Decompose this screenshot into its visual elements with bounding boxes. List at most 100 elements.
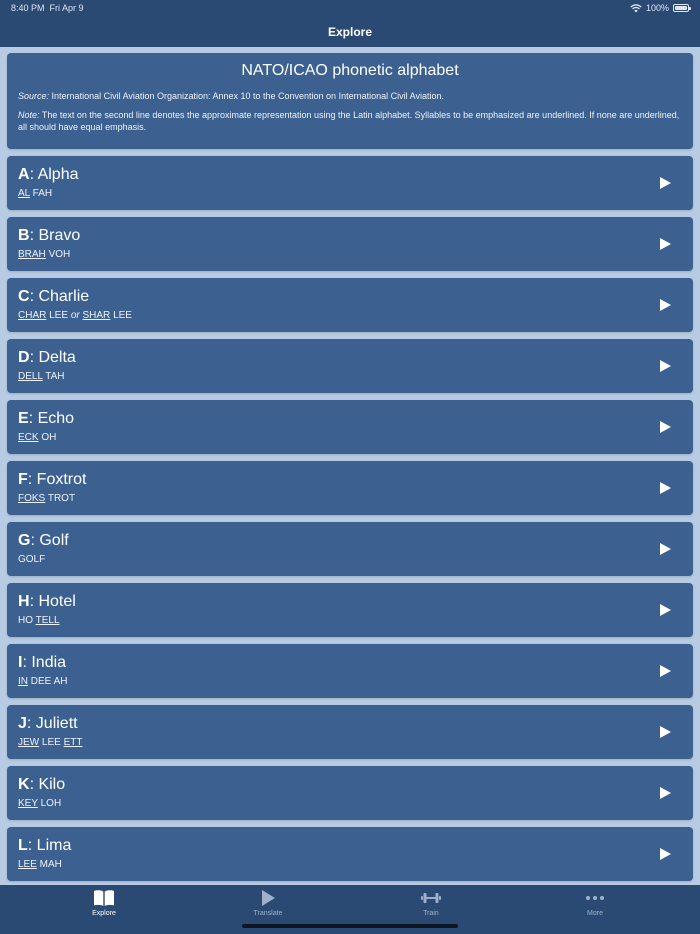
code-word: Lima bbox=[36, 837, 72, 854]
stressed-syllable: ETT bbox=[63, 737, 83, 748]
letter-word: D: Delta bbox=[18, 349, 693, 367]
stressed-syllable: TELL bbox=[35, 615, 60, 626]
letter-separator: : bbox=[29, 166, 38, 183]
play-icon[interactable] bbox=[659, 177, 671, 189]
stressed-syllable: AL bbox=[18, 188, 30, 199]
play-icon[interactable] bbox=[659, 665, 671, 677]
letter-label: E bbox=[18, 410, 29, 427]
tab-label: Train bbox=[423, 910, 439, 917]
letter-row-l[interactable]: L: Lima LEE MAH bbox=[7, 827, 693, 881]
play-icon[interactable] bbox=[659, 543, 671, 555]
play-icon[interactable] bbox=[659, 238, 671, 250]
code-word: Delta bbox=[38, 349, 76, 366]
source-label: Source: bbox=[18, 91, 50, 101]
tab-translate[interactable]: Translate bbox=[228, 889, 308, 917]
home-indicator bbox=[242, 924, 458, 928]
play-icon[interactable] bbox=[659, 360, 671, 372]
status-time: 8:40 PM Fri Apr 9 bbox=[11, 3, 84, 13]
pronunciation: HO TELL bbox=[18, 614, 693, 628]
play-icon[interactable] bbox=[659, 482, 671, 494]
letter-separator: : bbox=[27, 471, 37, 488]
pronunciation: JEW LEE ETT bbox=[18, 736, 693, 750]
code-word: Golf bbox=[39, 532, 69, 549]
letter-word: B: Bravo bbox=[18, 227, 693, 245]
status-clock: 8:40 PM bbox=[11, 3, 45, 13]
letter-row-e[interactable]: E: Echo ECK OH bbox=[7, 400, 693, 454]
syllable: GOLF bbox=[18, 554, 46, 565]
letter-word: H: Hotel bbox=[18, 593, 693, 611]
letter-label: L bbox=[18, 837, 28, 854]
syllable: LEE bbox=[46, 310, 71, 321]
syllable: or bbox=[70, 310, 80, 321]
syllable: LEE bbox=[39, 737, 64, 748]
letter-separator: : bbox=[28, 410, 38, 427]
book-icon bbox=[94, 890, 114, 906]
stressed-syllable: IN bbox=[18, 676, 28, 687]
pronunciation: LEE MAH bbox=[18, 858, 693, 872]
tab-label: Translate bbox=[253, 910, 283, 917]
letter-row-d[interactable]: D: Delta DELL TAH bbox=[7, 339, 693, 393]
intro-card: NATO/ICAO phonetic alphabet Source: Inte… bbox=[7, 53, 693, 149]
code-word: Alpha bbox=[37, 166, 79, 183]
stressed-syllable: ECK bbox=[18, 432, 39, 443]
pronunciation: ECK OH bbox=[18, 431, 693, 445]
syllable: TROT bbox=[45, 493, 76, 504]
play-icon[interactable] bbox=[659, 604, 671, 616]
pronunciation: AL FAH bbox=[18, 187, 693, 201]
letters-list[interactable]: NATO/ICAO phonetic alphabet Source: Inte… bbox=[7, 53, 693, 881]
stressed-syllable: DELL bbox=[18, 371, 43, 382]
letter-row-f[interactable]: F: Foxtrot FOKS TROT bbox=[7, 461, 693, 515]
pronunciation: DELL TAH bbox=[18, 370, 693, 384]
code-word: Bravo bbox=[38, 227, 81, 244]
letter-label: F bbox=[18, 471, 28, 488]
syllable: FAH bbox=[29, 188, 53, 199]
letter-word: F: Foxtrot bbox=[18, 471, 693, 489]
stressed-syllable: CHAR bbox=[18, 310, 47, 321]
letter-row-g[interactable]: G: Golf GOLF bbox=[7, 522, 693, 576]
letter-label: D bbox=[18, 349, 30, 366]
status-date: Fri Apr 9 bbox=[49, 3, 84, 13]
letter-separator: : bbox=[30, 532, 40, 549]
pronunciation: IN DEE AH bbox=[18, 675, 693, 689]
play-icon bbox=[262, 890, 275, 906]
letter-label: B bbox=[18, 227, 30, 244]
play-icon[interactable] bbox=[659, 787, 671, 799]
syllable: TAH bbox=[42, 371, 65, 382]
tab-train[interactable]: Train bbox=[391, 889, 471, 917]
letter-label: H bbox=[18, 593, 30, 610]
code-word: Juliett bbox=[35, 715, 78, 732]
letter-label: K bbox=[18, 776, 30, 793]
syllable: VOH bbox=[45, 249, 71, 260]
tab-label: More bbox=[587, 910, 603, 917]
pronunciation: CHAR LEE or SHAR LEE bbox=[18, 309, 693, 323]
wifi-icon bbox=[630, 3, 642, 12]
code-word: India bbox=[31, 654, 67, 671]
code-word: Hotel bbox=[38, 593, 76, 610]
letter-row-c[interactable]: C: Charlie CHAR LEE or SHAR LEE bbox=[7, 278, 693, 332]
letter-row-i[interactable]: I: India IN DEE AH bbox=[7, 644, 693, 698]
tab-label: Explore bbox=[92, 910, 116, 917]
pronunciation: FOKS TROT bbox=[18, 492, 693, 506]
letter-label: A bbox=[18, 166, 30, 183]
pronunciation: KEY LOH bbox=[18, 797, 693, 811]
play-icon[interactable] bbox=[659, 421, 671, 433]
letter-row-a[interactable]: A: Alpha AL FAH bbox=[7, 156, 693, 210]
syllable: OH bbox=[38, 432, 57, 443]
play-icon[interactable] bbox=[659, 299, 671, 311]
letter-word: C: Charlie bbox=[18, 288, 693, 306]
letter-row-k[interactable]: K: Kilo KEY LOH bbox=[7, 766, 693, 820]
letter-row-h[interactable]: H: Hotel HO TELL bbox=[7, 583, 693, 637]
tab-more[interactable]: More bbox=[555, 889, 635, 917]
letter-row-j[interactable]: J: Juliett JEW LEE ETT bbox=[7, 705, 693, 759]
play-icon[interactable] bbox=[659, 726, 671, 738]
tab-explore[interactable]: Explore bbox=[64, 889, 144, 917]
letter-rows: A: Alpha AL FAH B: Bravo BRAH VOH C: Charlie… bbox=[7, 156, 693, 881]
play-icon[interactable] bbox=[659, 848, 671, 860]
syllable: LEE bbox=[110, 310, 132, 321]
syllable: LOH bbox=[37, 798, 62, 809]
note-text: The text on the second line denotes the … bbox=[18, 109, 680, 133]
letter-row-b[interactable]: B: Bravo BRAH VOH bbox=[7, 217, 693, 271]
note-label: Note: bbox=[18, 109, 40, 120]
letter-word: G: Golf bbox=[18, 532, 693, 550]
dumbbell-icon bbox=[421, 893, 441, 903]
